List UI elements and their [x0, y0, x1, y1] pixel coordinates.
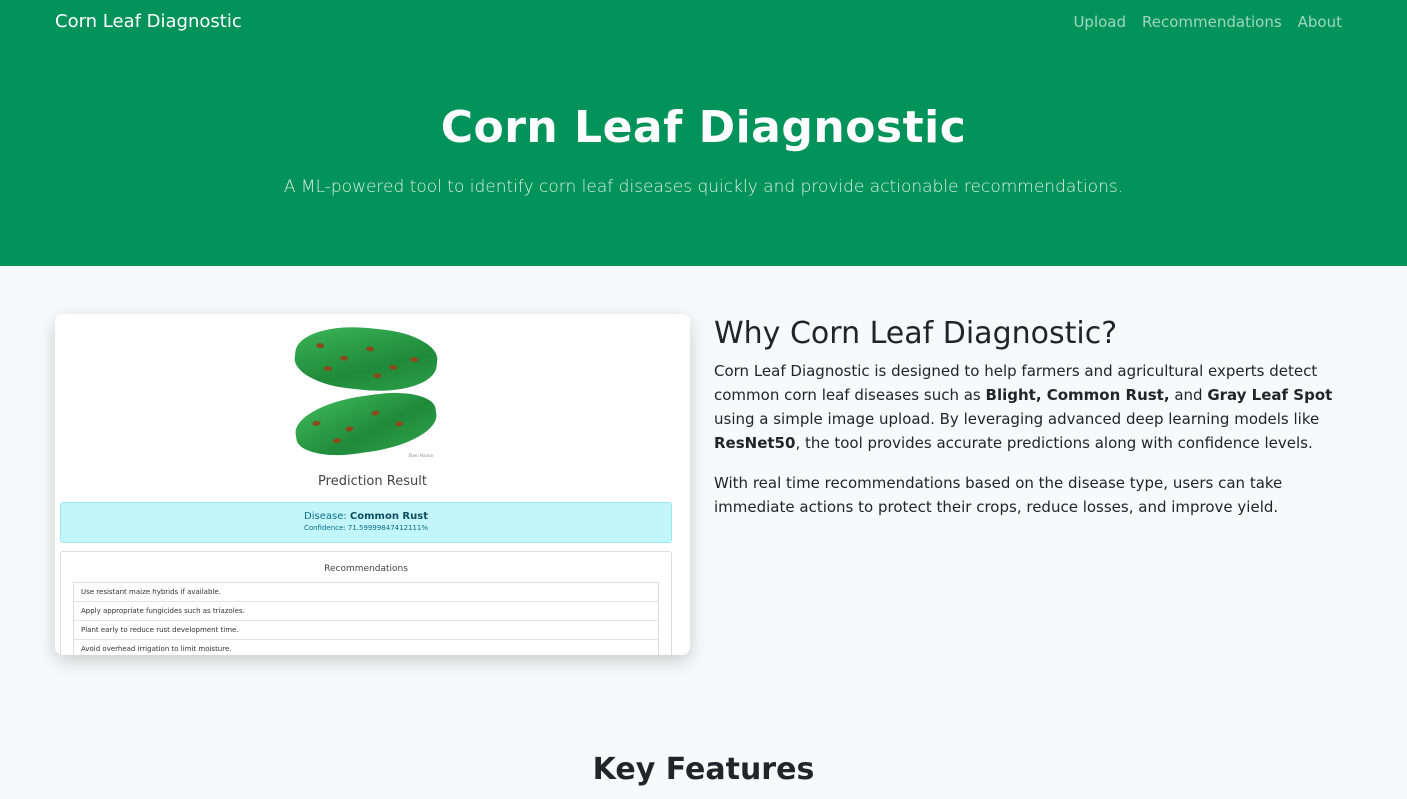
- leaf-image: Eben Hanna: [291, 320, 441, 462]
- leaf-blade-bottom: [291, 386, 441, 462]
- about-section: Eben Hanna Prediction Result Disease: Co…: [0, 266, 1407, 799]
- list-item: Avoid overhead irrigation to limit moist…: [74, 640, 658, 655]
- about-text: Why Corn Leaf Diagnostic? Corn Leaf Diag…: [714, 314, 1354, 519]
- nav-link-upload[interactable]: Upload: [1073, 13, 1126, 31]
- list-item: Apply appropriate fungicides such as tri…: [74, 602, 658, 621]
- nav-links: Upload Recommendations About: [1073, 13, 1342, 31]
- leaf-blade-top: [292, 320, 440, 398]
- list-item: Plant early to reduce rust development t…: [74, 621, 658, 640]
- hero-section: Corn Leaf Diagnostic A ML-powered tool t…: [0, 46, 1407, 266]
- nav-link-about[interactable]: About: [1298, 13, 1342, 31]
- hero-subtitle: A ML-powered tool to identify corn leaf …: [283, 177, 1124, 197]
- hero-title: Corn Leaf Diagnostic: [440, 102, 967, 153]
- about-paragraph-1: Corn Leaf Diagnostic is designed to help…: [714, 362, 1333, 452]
- features-title: Key Features: [592, 752, 815, 787]
- navbar: Corn Leaf Diagnostic Upload Recommendati…: [0, 0, 1407, 46]
- prediction-alert: Disease: Common Rust Confidence: 71.5999…: [60, 502, 672, 543]
- recommendations-title: Recommendations: [324, 564, 408, 574]
- leaf-credit: Eben Hanna: [408, 453, 433, 458]
- about-paragraph-2: With real time recommendations based on …: [714, 474, 1283, 516]
- recommendations-card: Recommendations Use resistant maize hybr…: [60, 551, 672, 655]
- disease-line: Disease: Common Rust: [61, 511, 671, 522]
- disease-label: Disease:: [304, 511, 347, 522]
- preview-image: Eben Hanna Prediction Result Disease: Co…: [55, 314, 690, 655]
- nav-link-recommendations[interactable]: Recommendations: [1142, 13, 1282, 31]
- brand-link[interactable]: Corn Leaf Diagnostic: [55, 11, 242, 32]
- list-item: Use resistant maize hybrids if available…: [74, 583, 658, 602]
- confidence-text: Confidence: 71.59999847412111%: [303, 524, 429, 532]
- about-title: Why Corn Leaf Diagnostic?: [714, 316, 1118, 351]
- prediction-title: Prediction Result: [318, 474, 427, 489]
- disease-value: Common Rust: [349, 511, 428, 522]
- recommendations-list: Use resistant maize hybrids if available…: [73, 582, 659, 655]
